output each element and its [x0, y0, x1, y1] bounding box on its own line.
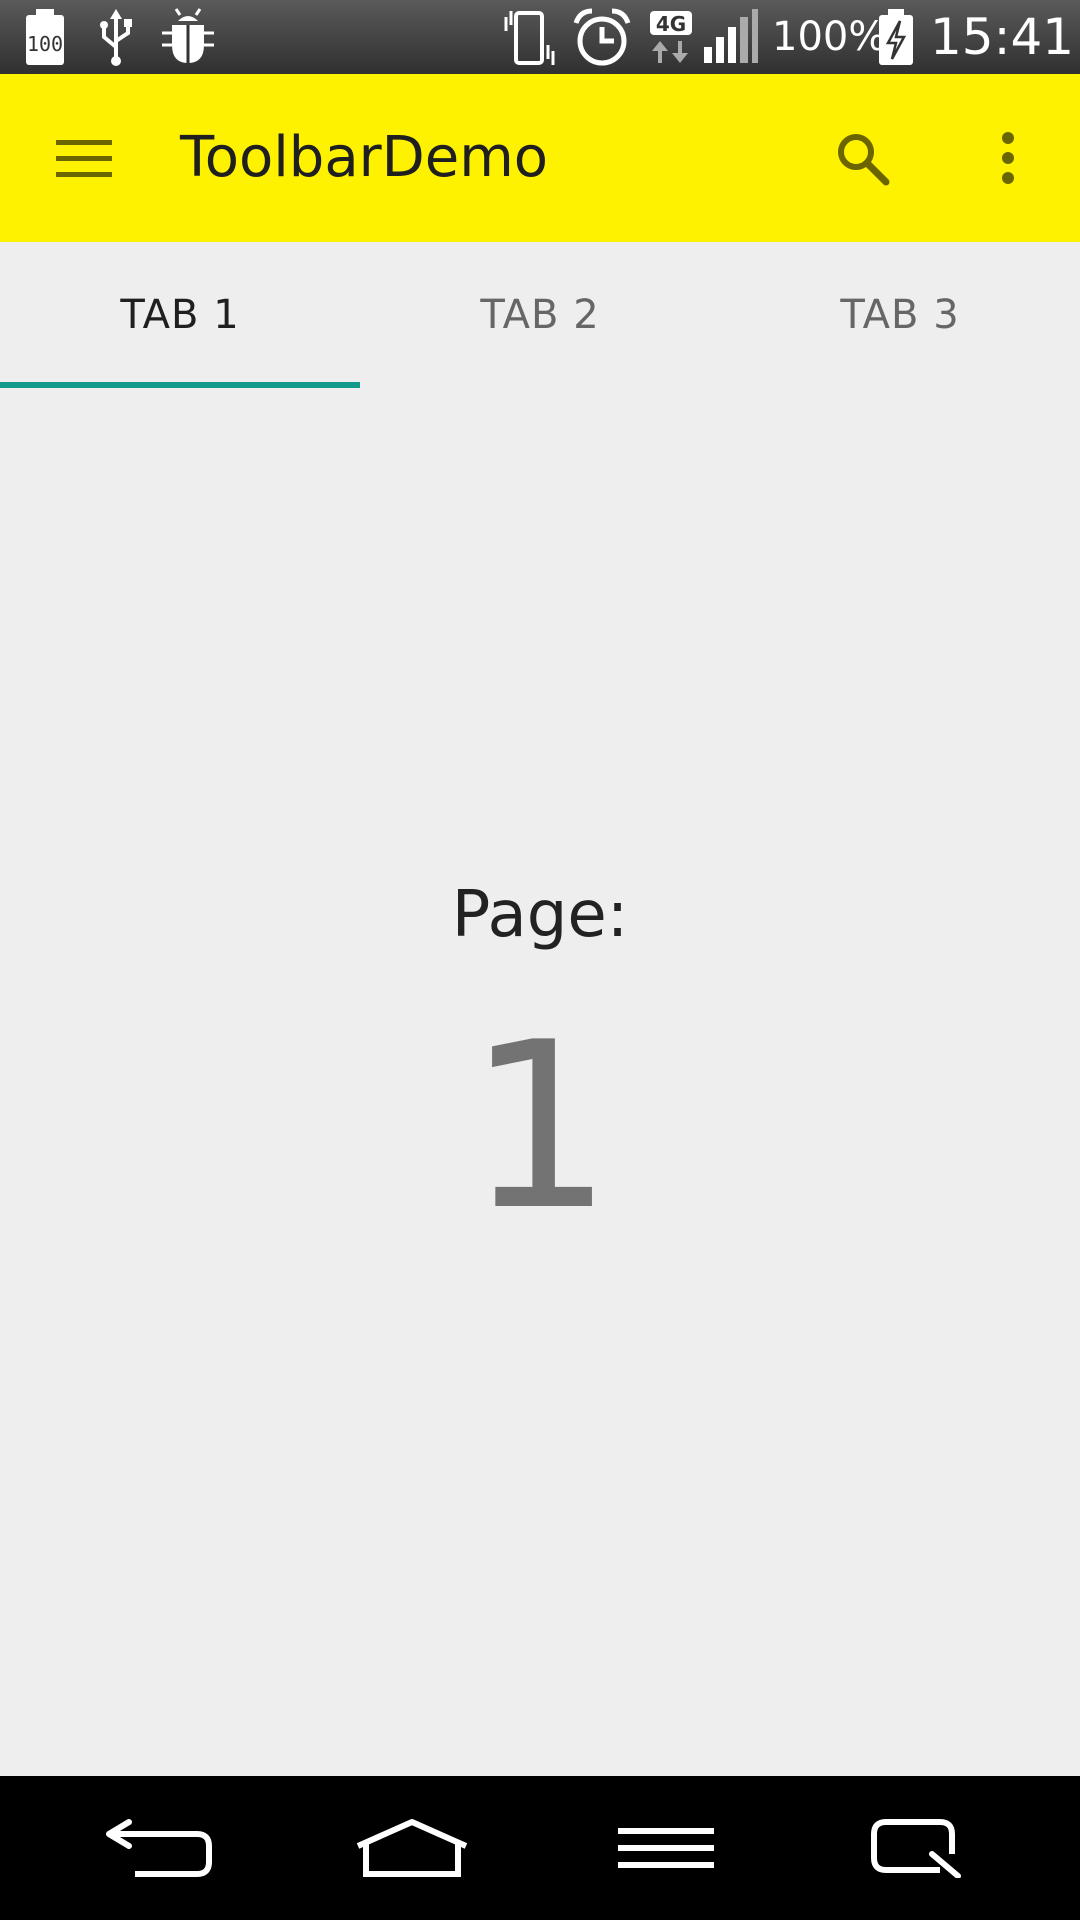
screen: 100 4G 100% 15:41 ToolbarDemo TAB 1 TAB …	[0, 0, 1080, 1920]
menu-lines-icon[interactable]	[566, 1776, 766, 1920]
back-icon[interactable]	[60, 1776, 260, 1920]
tab-label: TAB 1	[120, 292, 240, 338]
network-4g-icon: 4G	[648, 0, 694, 74]
page-content: Page: 1	[0, 388, 1080, 1776]
tab-2[interactable]: TAB 2	[360, 242, 720, 388]
toolbar: ToolbarDemo	[0, 74, 1080, 242]
page-number: 1	[466, 994, 614, 1261]
clock: 15:41	[930, 8, 1075, 66]
search-icon[interactable]	[812, 74, 912, 242]
alarm-icon	[572, 0, 632, 74]
toolbar-title: ToolbarDemo	[180, 125, 549, 190]
home-icon[interactable]	[312, 1776, 512, 1920]
tab-label: TAB 2	[480, 292, 600, 338]
signal-icon	[702, 0, 760, 74]
battery-percent: 100%	[772, 14, 887, 60]
usb-icon	[96, 0, 136, 74]
overflow-menu-icon[interactable]	[958, 74, 1058, 242]
page-label: Page:	[451, 878, 629, 952]
status-bar: 100 4G 100% 15:41	[0, 0, 1080, 74]
quick-memo-icon[interactable]	[818, 1776, 1018, 1920]
menu-icon[interactable]	[34, 74, 134, 242]
battery-saver-icon: 100	[22, 0, 68, 74]
tab-bar: TAB 1 TAB 2 TAB 3	[0, 242, 1080, 388]
tab-label: TAB 3	[840, 292, 960, 338]
vibrate-icon	[500, 0, 560, 74]
svg-text:100: 100	[27, 32, 63, 56]
tab-1[interactable]: TAB 1	[0, 242, 360, 388]
navigation-bar	[0, 1776, 1080, 1920]
battery-charging-icon	[876, 0, 916, 74]
svg-text:4G: 4G	[656, 12, 686, 36]
debug-bug-icon	[160, 0, 216, 74]
tab-3[interactable]: TAB 3	[720, 242, 1080, 388]
